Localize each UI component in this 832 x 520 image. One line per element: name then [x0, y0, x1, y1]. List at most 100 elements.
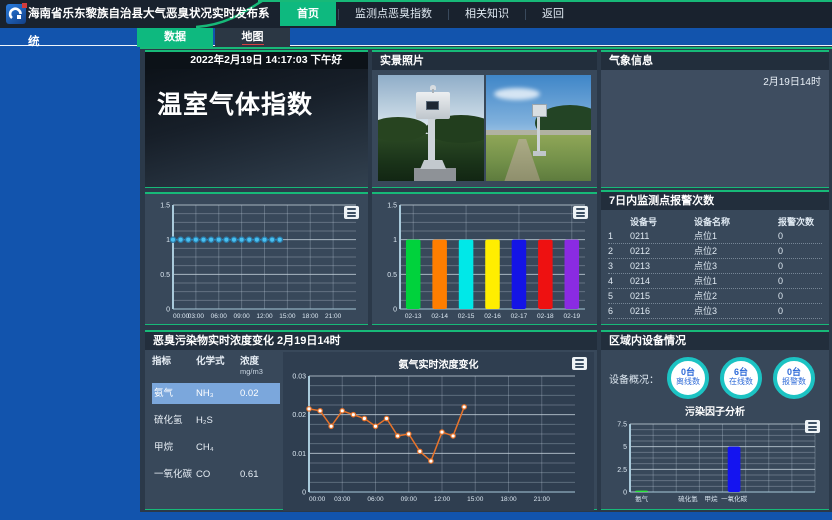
- svg-text:09:00: 09:00: [401, 496, 418, 503]
- nav-item-knowledge[interactable]: 相关知识: [451, 2, 523, 26]
- stat-count: 0台: [777, 367, 811, 377]
- svg-text:0.01: 0.01: [292, 451, 306, 458]
- row-index: 1: [608, 229, 630, 243]
- photo1-equipment-plinth: [414, 168, 456, 181]
- svg-text:0: 0: [302, 490, 306, 497]
- row-index: 5: [608, 289, 630, 303]
- weather-date: 2月19日14时: [601, 70, 829, 88]
- col-index: [608, 215, 630, 229]
- col-indicator: 指标: [152, 353, 196, 376]
- col-device-id: 设备号: [630, 215, 694, 229]
- pollutant-row[interactable]: 一氧化碳CO0.61: [152, 464, 280, 485]
- device-overview-label: 设备概况：: [609, 371, 667, 386]
- pollutant-table-body: 氨气NH₃0.02 硫化氢H₂S 甲烷CH₄ 一氧化碳CO0.61: [152, 383, 283, 485]
- pollutant-value: 0.61: [240, 464, 278, 485]
- photo2-equipment-box: [532, 104, 547, 117]
- nav-item-back[interactable]: 返回: [528, 2, 578, 26]
- page-title: 温室气体指数: [157, 85, 368, 121]
- chart-menu-icon[interactable]: [805, 420, 820, 433]
- svg-text:02-19: 02-19: [563, 313, 580, 320]
- nav-divider: [338, 9, 339, 20]
- pollutant-name: 硫化氢: [152, 410, 196, 431]
- alarm-table-body: 10211点位1020212点位2030213点位3040214点位105021…: [608, 229, 822, 319]
- stat-label: 报警数: [777, 377, 811, 386]
- nav-divider: [525, 9, 526, 20]
- pollutant-realtime-panel: 恶臭污染物实时浓度变化 2月19日14时 指标 化学式 浓度 mg/m3 氨气N…: [145, 330, 597, 510]
- chart-menu-icon[interactable]: [573, 206, 588, 219]
- pollutant-row[interactable]: 氨气NH₃0.02: [152, 383, 280, 404]
- photo1-equipment-pole: [428, 119, 435, 161]
- footer-bar: [0, 512, 832, 520]
- alarm-count: 0: [778, 229, 822, 243]
- panel-title: 7日内监测点报警次数: [601, 192, 829, 210]
- pollutant-row[interactable]: 硫化氢H₂S: [152, 410, 280, 431]
- col-device-name: 设备名称: [694, 215, 778, 229]
- alarm-count-panel: 7日内监测点报警次数 设备号 设备名称 报警次数 10211点位1020212点…: [601, 190, 829, 325]
- svg-text:09:00: 09:00: [233, 313, 250, 320]
- alarm-count: 0: [778, 244, 822, 258]
- alarm-count: 0: [778, 289, 822, 303]
- nav-item-odor-index[interactable]: 监测点恶臭指数: [341, 2, 446, 26]
- svg-text:1.5: 1.5: [387, 203, 397, 210]
- greeting-panel: 2022年2月19日 14:17:03 下午好 温室气体指数: [145, 50, 368, 188]
- pollutant-value: 0.02: [240, 383, 278, 404]
- svg-text:00:00: 00:00: [309, 496, 326, 503]
- table-row: 50215点位20: [608, 289, 822, 304]
- pollutant-formula: H₂S: [196, 410, 240, 431]
- weather-panel: 气象信息 2月19日14时: [601, 50, 829, 188]
- svg-text:06:00: 06:00: [367, 496, 384, 503]
- site-photo-2: [486, 75, 592, 181]
- panel-title: 区域内设备情况: [601, 332, 829, 350]
- svg-text:03:00: 03:00: [188, 313, 205, 320]
- chart-menu-icon[interactable]: [572, 357, 587, 370]
- svg-text:2.5: 2.5: [617, 467, 627, 474]
- device-id: 0211: [630, 229, 694, 243]
- device-name: 点位1: [694, 229, 778, 243]
- dashboard-root: 海南省乐东黎族自治县大气恶臭状况实时发布系统 首页监测点恶臭指数相关知识返回 数…: [0, 0, 832, 520]
- pollutant-value: [240, 437, 278, 458]
- chart-menu-icon[interactable]: [344, 206, 359, 219]
- panel-title: 恶臭污染物实时浓度变化 2月19日14时: [145, 332, 597, 350]
- site-photo-1: [378, 75, 484, 181]
- device-name: 点位2: [694, 244, 778, 258]
- daily-index-chart: 00.511.502-1302-1402-1502-1602-1702-1802…: [372, 194, 597, 328]
- nh3-realtime-chart: 00.010.020.0300:0003:0006:0009:0012:0015…: [283, 370, 594, 511]
- svg-text:1: 1: [166, 237, 170, 244]
- device-id: 0214: [630, 274, 694, 288]
- row-index: 6: [608, 304, 630, 318]
- svg-text:02-15: 02-15: [458, 313, 475, 320]
- device-stat-circles: 0台离线数 6台在线数 0台报警数: [667, 357, 815, 399]
- photo-row: [378, 75, 591, 181]
- device-name: 点位3: [694, 259, 778, 273]
- device-stat-circle-offline: 0台离线数: [667, 357, 709, 399]
- svg-text:0.02: 0.02: [292, 412, 306, 419]
- photo1-equipment-base: [420, 160, 446, 169]
- svg-text:02-13: 02-13: [405, 313, 422, 320]
- site-photos-panel: 实景照片: [372, 50, 597, 188]
- svg-text:12:00: 12:00: [256, 313, 273, 320]
- svg-text:02-17: 02-17: [511, 313, 528, 320]
- svg-text:氨气: 氨气: [635, 494, 649, 503]
- sidebar: [0, 28, 140, 520]
- svg-text:0: 0: [393, 307, 397, 314]
- svg-text:02-18: 02-18: [537, 313, 554, 320]
- pollutant-name: 氨气: [152, 383, 196, 404]
- svg-text:06:00: 06:00: [211, 313, 228, 320]
- pollutant-body: 指标 化学式 浓度 mg/m3 氨气NH₃0.02硫化氢H₂S甲烷CH₄一氧化碳…: [145, 350, 597, 514]
- stat-label: 离线数: [671, 377, 705, 386]
- device-stat-circle-online: 6台在线数: [720, 357, 762, 399]
- svg-text:15:00: 15:00: [467, 496, 484, 503]
- nav-item-home[interactable]: 首页: [280, 2, 336, 26]
- row-index: 3: [608, 259, 630, 273]
- panel-title: 实景照片: [372, 52, 597, 70]
- svg-text:15:00: 15:00: [279, 313, 296, 320]
- svg-text:7.5: 7.5: [617, 422, 627, 429]
- alarm-count: 0: [778, 304, 822, 318]
- pollutant-name: 一氧化碳: [152, 464, 196, 485]
- nav-divider: [448, 9, 449, 20]
- table-row: 30213点位30: [608, 259, 822, 274]
- pollutant-row[interactable]: 甲烷CH₄: [152, 437, 280, 458]
- factor-analysis-title: 污染因子分析: [601, 403, 829, 418]
- col-concentration-label: 浓度: [240, 356, 259, 367]
- system-title: 海南省乐东黎族自治县大气恶臭状况实时发布系统: [28, 0, 270, 56]
